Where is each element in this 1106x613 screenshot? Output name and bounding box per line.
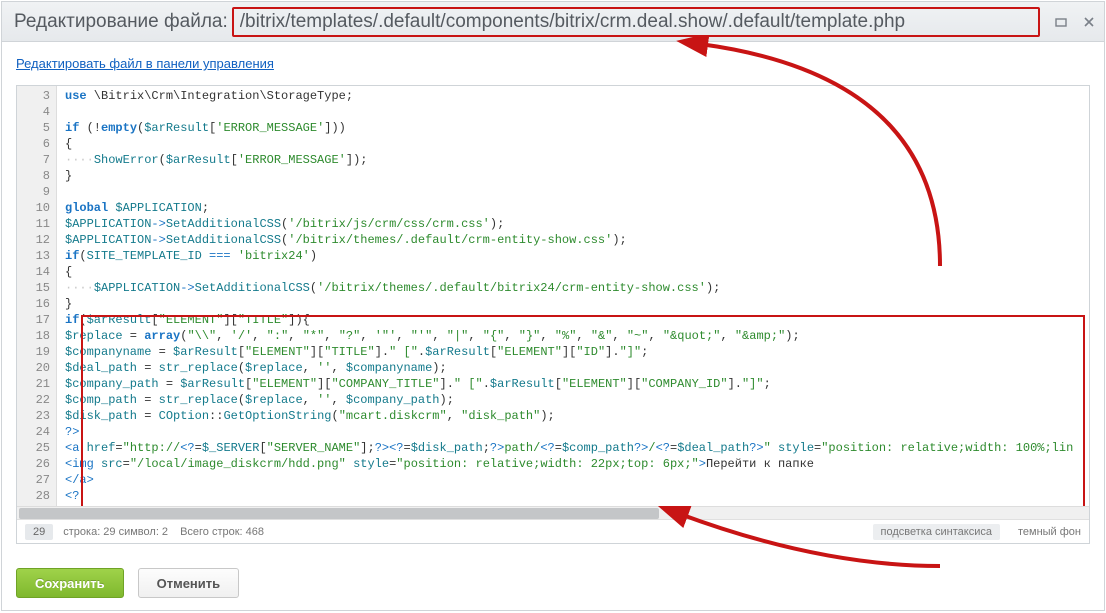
title-bar[interactable]: Редактирование файла: /bitrix/templates/… [2, 2, 1104, 42]
title-prefix: Редактирование файла: [14, 11, 228, 33]
syntax-highlight-toggle[interactable]: подсветка синтаксиса [873, 524, 1000, 540]
file-path: /bitrix/templates/.default/components/bi… [240, 11, 1032, 33]
line-gutter: 3456789101112131415161718192021222324252… [17, 86, 57, 506]
cursor-position: строка: 29 символ: 2 [63, 526, 168, 538]
dialog-buttons: Сохранить Отменить [2, 556, 1104, 610]
file-path-highlight: /bitrix/templates/.default/components/bi… [232, 7, 1040, 37]
horizontal-scrollbar[interactable] [17, 506, 1089, 519]
current-line-badge: 29 [25, 524, 53, 540]
edit-in-control-panel-link[interactable]: Редактировать файл в панели управления [16, 56, 274, 71]
code-content[interactable]: use \Bitrix\Crm\Integration\StorageType;… [57, 86, 1089, 506]
maximize-icon[interactable] [1054, 15, 1068, 29]
total-lines: Всего строк: 468 [180, 526, 264, 538]
code-editor[interactable]: 3456789101112131415161718192021222324252… [16, 85, 1090, 544]
close-icon[interactable] [1082, 15, 1096, 29]
scrollbar-thumb[interactable] [19, 508, 659, 519]
file-edit-dialog: Редактирование файла: /bitrix/templates/… [1, 1, 1105, 611]
editor-status-bar: 29 строка: 29 символ: 2 Всего строк: 468… [17, 519, 1089, 543]
cancel-button[interactable]: Отменить [138, 568, 240, 598]
save-button[interactable]: Сохранить [16, 568, 124, 598]
dark-theme-toggle[interactable]: темный фон [1018, 526, 1081, 538]
